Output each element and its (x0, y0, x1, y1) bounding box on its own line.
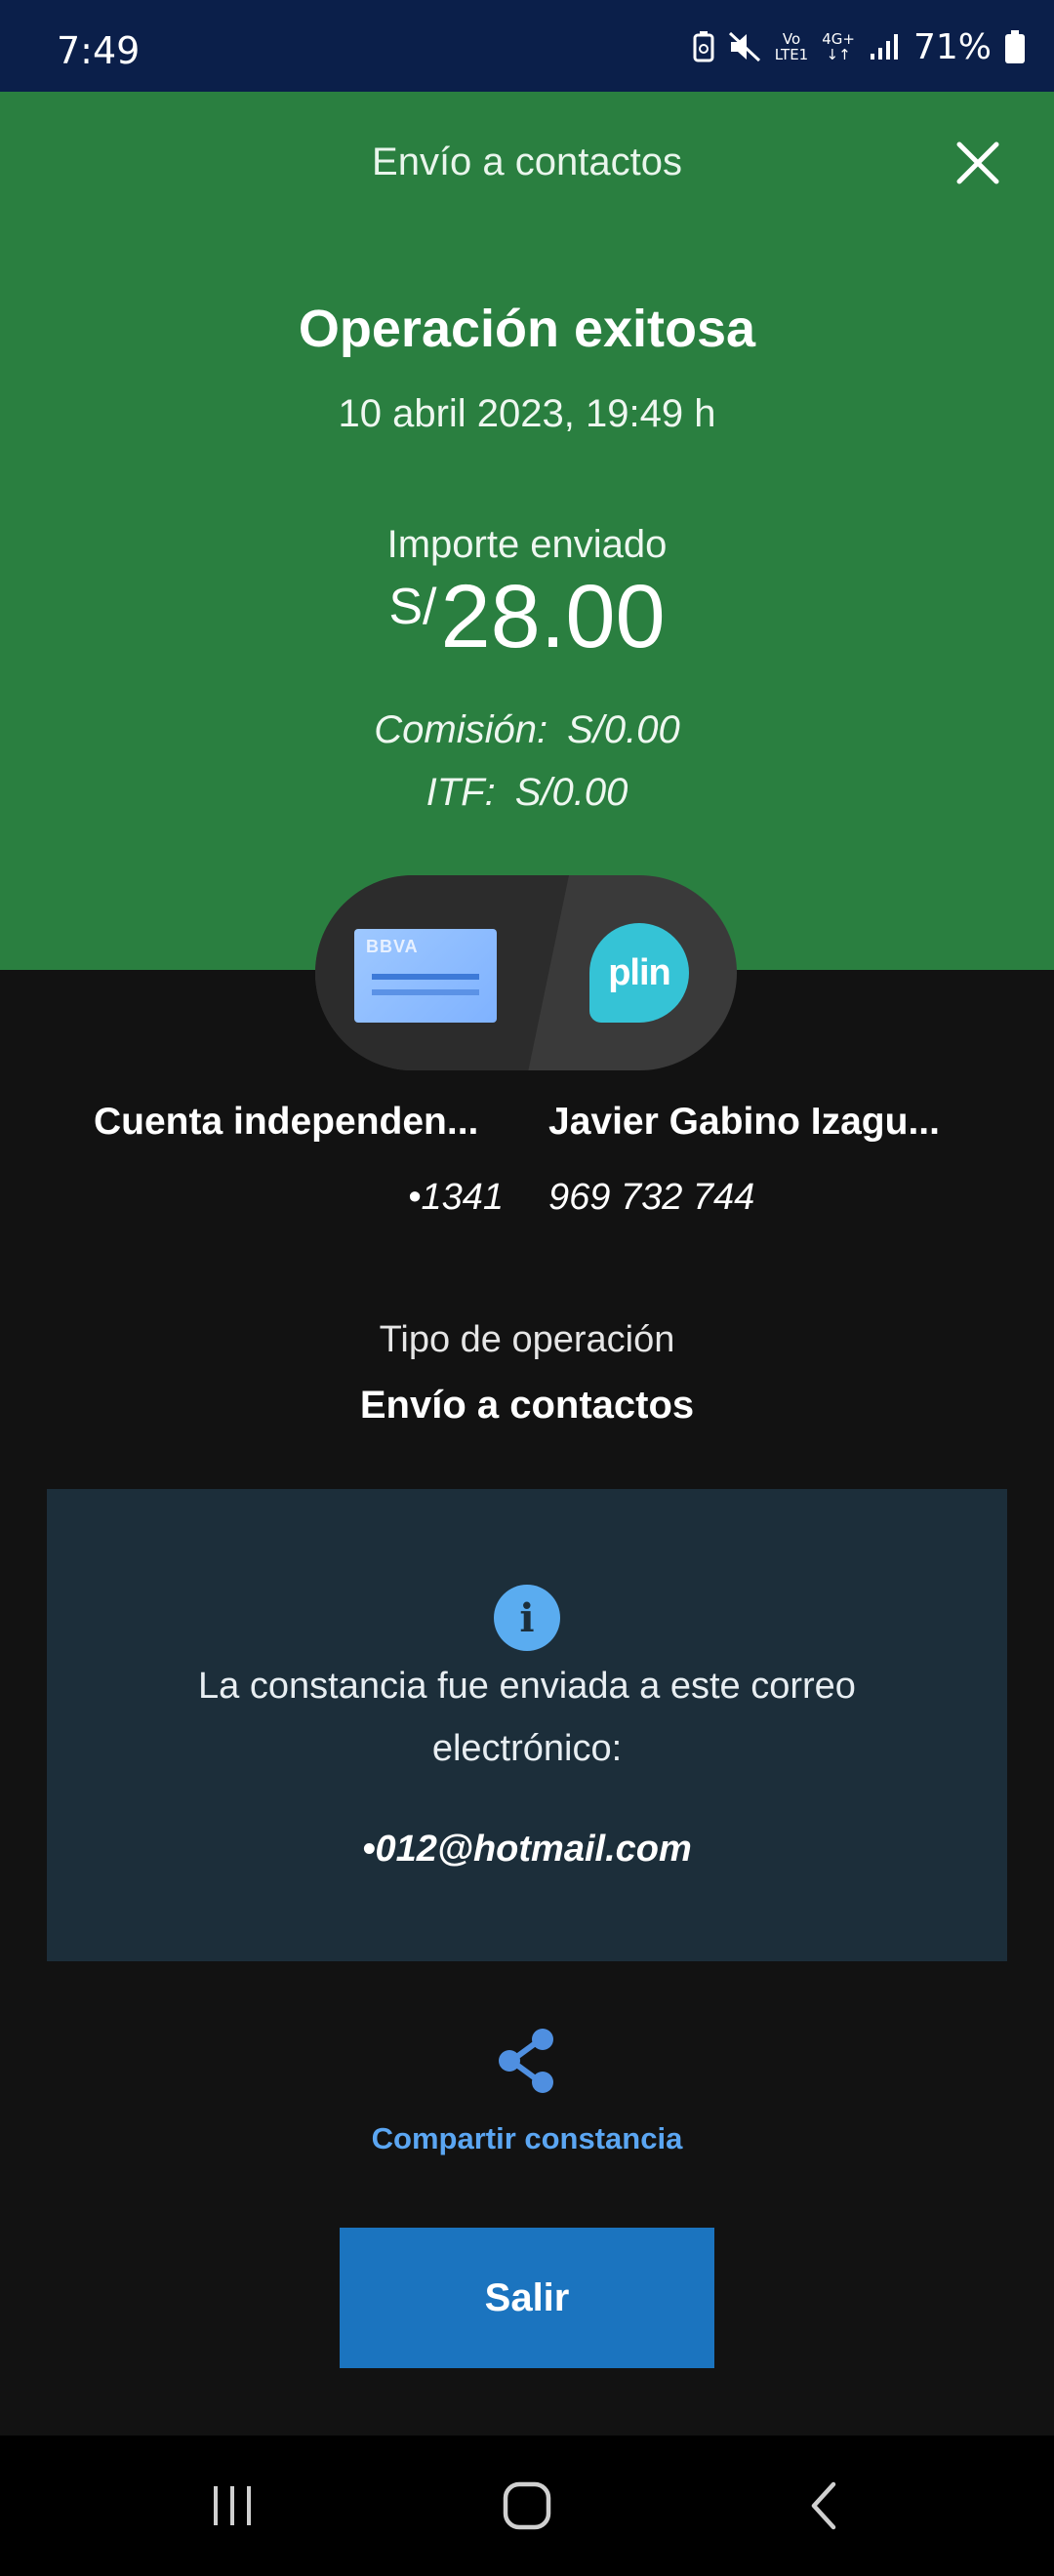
currency-symbol: S/ (388, 579, 437, 635)
operation-type-label: Tipo de operación (379, 1319, 675, 1360)
recipient-name: Javier Gabino Izagu... (548, 1101, 940, 1143)
network-type-indicator: 4G+ ↓↑ (822, 30, 855, 63)
receipt-notice-text: La constancia fue enviada a este correo … (198, 1666, 856, 1769)
operation-datetime: 10 abril 2023, 19:49 h (338, 392, 716, 435)
operation-summary-header: Envío a contactos Operación exitosa 10 a… (0, 92, 1054, 970)
source-account-number: •1341 (408, 1177, 504, 1218)
share-icon (499, 2029, 553, 2093)
transfer-route: BBVA plin (315, 875, 737, 1070)
status-time: 7:49 (57, 29, 141, 72)
plin-logo: plin (589, 923, 689, 1023)
home-button[interactable] (488, 2471, 566, 2541)
amount-value: 28.00 (440, 567, 666, 666)
exit-button[interactable]: Salir (340, 2228, 714, 2368)
mute-icon (728, 31, 760, 62)
itf-row: ITF: S/0.00 (0, 771, 1054, 815)
info-icon: i (494, 1585, 560, 1651)
page-title: Envío a contactos (372, 141, 682, 183)
back-icon (811, 2481, 836, 2530)
back-button[interactable] (785, 2471, 863, 2541)
system-navigation-bar (0, 2435, 1054, 2576)
receipt-email: •012@hotmail.com (362, 1829, 692, 1870)
share-receipt-label: Compartir constancia (371, 2121, 683, 2155)
share-receipt-button[interactable]: Compartir constancia (332, 2020, 722, 2166)
amount-sent: S/28.00 (0, 572, 1054, 662)
close-icon (956, 141, 999, 184)
bbva-card-icon: BBVA (354, 929, 497, 1023)
bbva-logo: BBVA (366, 937, 419, 956)
battery-saver-icon (693, 31, 714, 62)
amount-label: Importe enviado (386, 523, 668, 566)
commission-value: S/0.00 (567, 708, 680, 751)
battery-icon (1005, 30, 1025, 63)
success-title: Operación exitosa (298, 300, 756, 358)
source-account-name: Cuenta independen... (94, 1101, 479, 1143)
itf-label: ITF: (426, 771, 496, 814)
itf-value: S/0.00 (514, 771, 628, 814)
recent-apps-icon (214, 2486, 251, 2525)
status-bar: 7:49 Vo LTE1 4G+ ↓↑ 71% (0, 0, 1054, 92)
plin-logo-text: plin (608, 951, 671, 993)
source-segment: BBVA (315, 875, 569, 1070)
operation-type-value: Envío a contactos (359, 1384, 695, 1427)
commission-label: Comisión: (374, 708, 548, 751)
battery-percent: 71% (912, 26, 992, 67)
recipient-phone: 969 732 744 (548, 1177, 755, 1218)
close-button[interactable] (952, 137, 1004, 189)
home-icon (503, 2481, 551, 2530)
volte-indicator: Vo LTE1 (774, 30, 809, 63)
status-icons: Vo LTE1 4G+ ↓↑ 71% (693, 26, 1025, 67)
receipt-notice: i La constancia fue enviada a este corre… (47, 1489, 1007, 1961)
commission-row: Comisión: S/0.00 (0, 708, 1054, 752)
signal-icon (870, 34, 898, 60)
recent-apps-button[interactable] (193, 2471, 271, 2541)
